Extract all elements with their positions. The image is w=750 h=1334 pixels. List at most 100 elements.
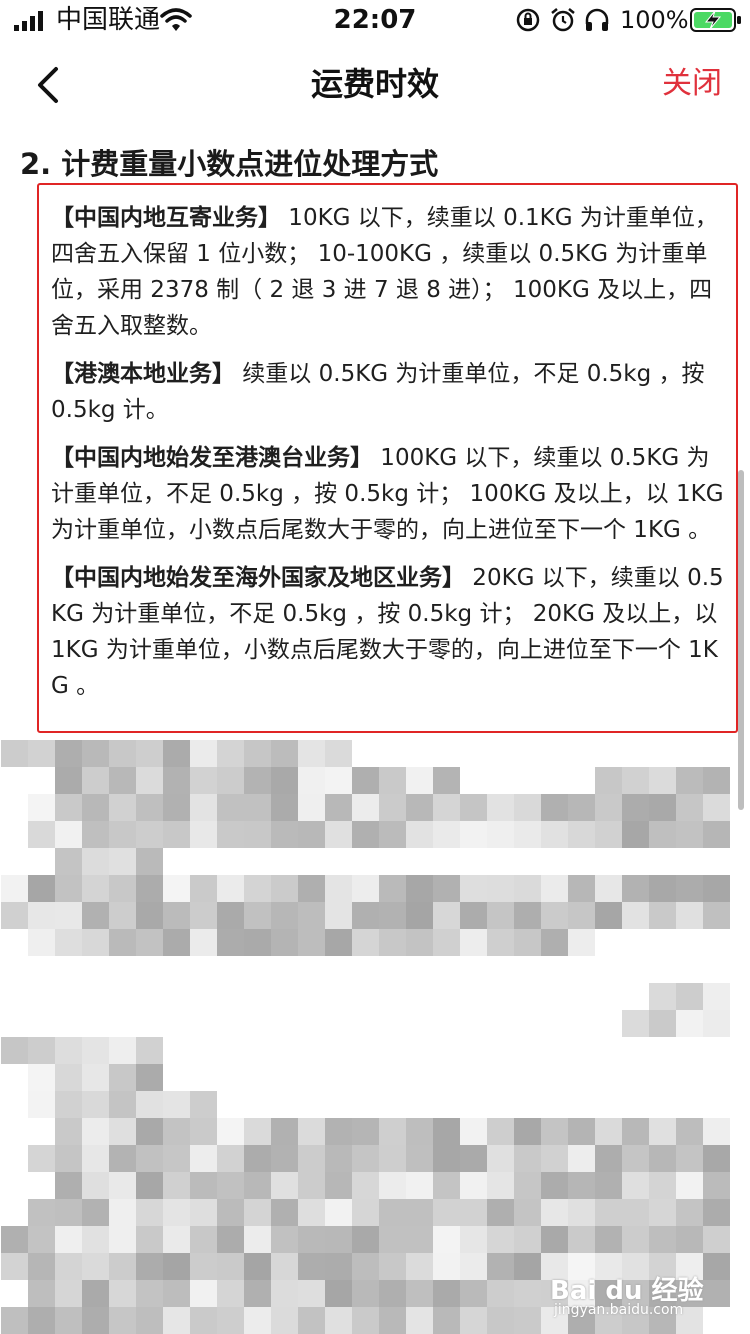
mosaic-cell — [541, 821, 568, 848]
mosaic-cell — [433, 1118, 460, 1145]
mosaic-cell — [163, 1253, 190, 1280]
mosaic-cell — [460, 1280, 487, 1307]
mosaic-cell — [352, 1118, 379, 1145]
mosaic-cell — [568, 821, 595, 848]
mosaic-cell — [163, 1091, 190, 1118]
rule-paragraph: 【港澳本地业务】 续重以 0.5KG 为计重单位，不足 0.5kg ，按 0.5… — [51, 356, 731, 428]
mosaic-cell — [541, 1172, 568, 1199]
mosaic-cell — [82, 1091, 109, 1118]
mosaic-cell — [649, 767, 676, 794]
mosaic-cell — [217, 875, 244, 902]
mosaic-cell — [190, 821, 217, 848]
mosaic-cell — [460, 902, 487, 929]
mosaic-cell — [109, 875, 136, 902]
mosaic-cell — [271, 1253, 298, 1280]
mosaic-cell — [271, 1172, 298, 1199]
mosaic-cell — [190, 1145, 217, 1172]
mosaic-cell — [271, 902, 298, 929]
mosaic-cell — [460, 875, 487, 902]
mosaic-cell — [406, 821, 433, 848]
mosaic-cell — [352, 794, 379, 821]
mosaic-cell — [649, 1226, 676, 1253]
mosaic-cell — [514, 1226, 541, 1253]
mosaic-cell — [541, 902, 568, 929]
mosaic-cell — [271, 1199, 298, 1226]
mosaic-cell — [109, 1226, 136, 1253]
mosaic-cell — [55, 1037, 82, 1064]
mosaic-cell — [82, 1253, 109, 1280]
status-bar: 中国联通 22:07 100% — [0, 0, 750, 40]
close-button[interactable]: 关闭 — [662, 64, 722, 104]
mosaic-cell — [244, 767, 271, 794]
mosaic-cell — [298, 740, 325, 767]
mosaic-cell — [703, 767, 730, 794]
mosaic-cell — [271, 875, 298, 902]
mosaic-cell — [649, 902, 676, 929]
rule-label: 【中国内地始发至港澳台业务】 — [51, 445, 373, 471]
mosaic-cell — [406, 1307, 433, 1334]
mosaic-cell — [55, 1199, 82, 1226]
mosaic-cell — [649, 1118, 676, 1145]
mosaic-cell — [568, 1172, 595, 1199]
mosaic-cell — [703, 1226, 730, 1253]
mosaic-cell — [136, 1307, 163, 1334]
mosaic-cell — [514, 902, 541, 929]
mosaic-cell — [352, 875, 379, 902]
mosaic-cell — [298, 1145, 325, 1172]
mosaic-cell — [190, 1199, 217, 1226]
mosaic-cell — [109, 1307, 136, 1334]
mosaic-cell — [433, 821, 460, 848]
mosaic-cell — [55, 1064, 82, 1091]
mosaic-cell — [109, 1118, 136, 1145]
mosaic-cell — [82, 794, 109, 821]
mosaic-cell — [55, 875, 82, 902]
mosaic-cell — [460, 1253, 487, 1280]
mosaic-cell — [622, 1145, 649, 1172]
mosaic-cell — [217, 767, 244, 794]
mosaic-cell — [541, 1118, 568, 1145]
mosaic-cell — [514, 1307, 541, 1334]
mosaic-cell — [406, 794, 433, 821]
mosaic-cell — [379, 1226, 406, 1253]
nav-bar: 运费时效 关闭 — [0, 40, 750, 128]
mosaic-cell — [325, 1118, 352, 1145]
mosaic-cell — [379, 929, 406, 956]
mosaic-cell — [1, 1037, 28, 1064]
mosaic-cell — [325, 794, 352, 821]
mosaic-cell — [271, 1226, 298, 1253]
mosaic-cell — [541, 1199, 568, 1226]
mosaic-cell — [163, 1172, 190, 1199]
mosaic-cell — [82, 848, 109, 875]
mosaic-cell — [163, 1199, 190, 1226]
mosaic-cell — [217, 1172, 244, 1199]
mosaic-cell — [676, 983, 703, 1010]
mosaic-cell — [190, 794, 217, 821]
mosaic-cell — [109, 1037, 136, 1064]
mosaic-cell — [406, 1280, 433, 1307]
mosaic-cell — [271, 740, 298, 767]
mosaic-cell — [460, 1118, 487, 1145]
mosaic-cell — [28, 740, 55, 767]
mosaic-cell — [514, 1118, 541, 1145]
mosaic-cell — [487, 1118, 514, 1145]
mosaic-cell — [298, 821, 325, 848]
mosaic-cell — [406, 1172, 433, 1199]
scrollbar[interactable] — [738, 470, 744, 810]
rules-content: 【中国内地互寄业务】 10KG 以下，续重以 0.1KG 为计重单位，四舍五入保… — [51, 200, 731, 716]
mosaic-cell — [28, 821, 55, 848]
mosaic-cell — [379, 1280, 406, 1307]
mosaic-cell — [676, 1172, 703, 1199]
mosaic-cell — [595, 902, 622, 929]
mosaic-cell — [55, 1307, 82, 1334]
mosaic-cell — [28, 794, 55, 821]
mosaic-cell — [82, 902, 109, 929]
rule-paragraph: 【中国内地始发至港澳台业务】 100KG 以下，续重以 0.5KG 为计重单位，… — [51, 440, 731, 548]
mosaic-cell — [55, 929, 82, 956]
mosaic-cell — [1, 1226, 28, 1253]
mosaic-cell — [136, 1172, 163, 1199]
mosaic-cell — [109, 767, 136, 794]
mosaic-cell — [298, 1118, 325, 1145]
mosaic-cell — [82, 740, 109, 767]
rule-label: 【中国内地始发至海外国家及地区业务】 — [51, 565, 465, 591]
mosaic-cell — [514, 929, 541, 956]
